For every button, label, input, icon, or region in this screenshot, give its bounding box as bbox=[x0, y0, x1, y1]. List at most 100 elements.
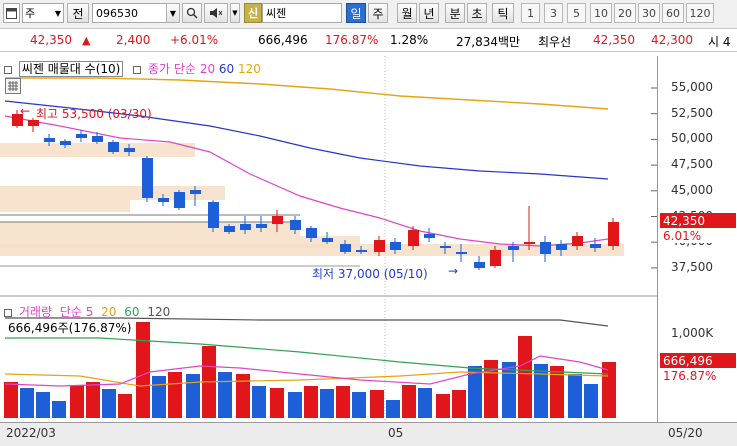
chevron-down-icon: ▼ bbox=[54, 8, 61, 18]
interval-3[interactable]: 3 bbox=[544, 3, 563, 23]
volume-pct-tag: 176.87% bbox=[660, 368, 736, 383]
prev-button[interactable]: 전 bbox=[67, 3, 89, 23]
volume-ratio: 176.87% bbox=[325, 33, 379, 47]
vol-ma-5-label: 5 bbox=[85, 305, 94, 319]
candle-body bbox=[256, 224, 267, 228]
candle-body bbox=[272, 216, 283, 224]
price-axis[interactable]: 55,00052,50050,00047,50045,00042,50040,0… bbox=[657, 56, 737, 422]
price-axis-tick: 37,500 bbox=[671, 259, 713, 274]
ma-label: 종가 단순 bbox=[148, 62, 196, 76]
candle-body bbox=[174, 192, 185, 208]
grid-toggle-button[interactable] bbox=[5, 78, 21, 94]
interval-20[interactable]: 20 bbox=[614, 3, 636, 23]
quote-bar: 42,350 ▲ 2,400 +6.01% 666,496 176.87% 1.… bbox=[0, 29, 737, 52]
date-axis[interactable]: 2022/03 05 05/20 bbox=[0, 422, 737, 446]
volume-bar bbox=[218, 372, 232, 418]
volume-bar bbox=[186, 374, 200, 418]
vol-ma-60-line bbox=[5, 337, 609, 375]
volume-bar bbox=[118, 394, 132, 418]
vol-ma-60-label: 60 bbox=[124, 305, 140, 319]
stock-code-value: 096530 bbox=[96, 6, 138, 20]
legend-square-icon bbox=[4, 308, 12, 317]
candle-body bbox=[456, 252, 467, 254]
period-week[interactable]: 주 bbox=[368, 3, 388, 23]
volume-bar bbox=[102, 389, 116, 418]
market-type-value: 주 bbox=[25, 7, 36, 20]
price-change-percent: +6.01% bbox=[170, 33, 219, 47]
legend-square-icon bbox=[133, 65, 142, 74]
volume-axis-tick: 1,000K bbox=[671, 326, 714, 340]
candle-body bbox=[240, 224, 251, 230]
interval-120[interactable]: 120 bbox=[686, 3, 714, 23]
interval-10[interactable]: 10 bbox=[590, 3, 612, 23]
period-year[interactable]: 년 bbox=[419, 3, 439, 23]
period-day[interactable]: 일 bbox=[346, 3, 366, 23]
new-listing-badge: 신 bbox=[244, 3, 262, 23]
volume-bar bbox=[386, 400, 400, 418]
candle-body bbox=[60, 141, 71, 145]
volume-bar bbox=[70, 385, 84, 418]
candle-body bbox=[356, 250, 367, 252]
vol-ma-5-line bbox=[4, 355, 609, 387]
volume-bar bbox=[288, 392, 302, 418]
date-label-end: 05/20 bbox=[668, 426, 703, 440]
price-axis-tick: 45,000 bbox=[671, 182, 713, 197]
volume-value-text: 666,496주(176.87%) bbox=[8, 321, 132, 335]
period-minute[interactable]: 분 bbox=[445, 3, 465, 23]
candle-body bbox=[390, 242, 401, 250]
volume-bar bbox=[352, 392, 366, 418]
low-annotation: 최저 37,000 (05/10) bbox=[312, 267, 428, 281]
period-second[interactable]: 초 bbox=[467, 3, 487, 23]
volume-bar bbox=[402, 385, 416, 418]
volume-bar bbox=[534, 364, 548, 418]
market-type-select[interactable]: 주 ▼ bbox=[22, 3, 64, 23]
chart-area[interactable]: 씨젠 매물대 수(10) 종가 단순 20 60 120 ← 최고 53,500… bbox=[0, 56, 657, 422]
price-axis-tick: 50,000 bbox=[671, 131, 713, 146]
volume-bar bbox=[584, 384, 598, 418]
date-label-start: 2022/03 bbox=[6, 426, 56, 440]
quote-tail-text: 시 4 bbox=[708, 35, 731, 49]
interval-60[interactable]: 60 bbox=[662, 3, 684, 23]
volume-bar bbox=[136, 322, 150, 418]
sound-button[interactable] bbox=[204, 3, 228, 23]
trade-amount: 27,834백만 bbox=[456, 35, 521, 49]
current-price: 42,350 bbox=[30, 33, 72, 47]
volume-bar bbox=[320, 389, 334, 418]
volume-bar bbox=[418, 388, 432, 418]
interval-1[interactable]: 1 bbox=[521, 3, 540, 23]
search-button[interactable] bbox=[182, 3, 202, 23]
low-annotation-arrow: → bbox=[448, 264, 459, 278]
ask-price: 42,350 bbox=[593, 33, 635, 47]
candle-body bbox=[440, 246, 451, 248]
candle-body bbox=[44, 138, 55, 142]
sound-dropdown[interactable]: ▼ bbox=[230, 3, 240, 23]
candle-body bbox=[540, 242, 551, 254]
price-axis-tick: 55,000 bbox=[671, 80, 713, 94]
candle-body bbox=[158, 198, 169, 202]
volume-bar bbox=[568, 374, 582, 418]
volume-bar bbox=[252, 386, 266, 418]
volume-bar bbox=[20, 388, 34, 418]
best-quote-label: 최우선 bbox=[538, 35, 572, 49]
stock-name-field[interactable]: 씨젠 bbox=[262, 3, 342, 23]
candle-body bbox=[408, 230, 419, 246]
ma-120-label: 120 bbox=[238, 62, 261, 76]
volume-bar bbox=[4, 382, 18, 418]
candle-body bbox=[608, 222, 619, 246]
candle-body bbox=[124, 148, 135, 152]
search-icon bbox=[186, 7, 198, 19]
volume-bar bbox=[168, 372, 182, 418]
candle-body bbox=[92, 136, 103, 142]
candle-body bbox=[572, 236, 583, 246]
candle-body bbox=[474, 262, 485, 268]
volume-legend: 거래량 단순 5 20 60 120 bbox=[4, 303, 170, 320]
chevron-down-icon: ▼ bbox=[232, 9, 238, 17]
period-tick[interactable]: 틱 bbox=[492, 3, 514, 23]
volume-profile-band bbox=[0, 222, 300, 236]
interval-5[interactable]: 5 bbox=[567, 3, 586, 23]
candle-body bbox=[374, 240, 385, 252]
interval-30[interactable]: 30 bbox=[638, 3, 660, 23]
period-month[interactable]: 월 bbox=[397, 3, 417, 23]
window-icon[interactable] bbox=[3, 3, 20, 23]
code-dropdown-button[interactable]: ▼ bbox=[166, 3, 180, 23]
